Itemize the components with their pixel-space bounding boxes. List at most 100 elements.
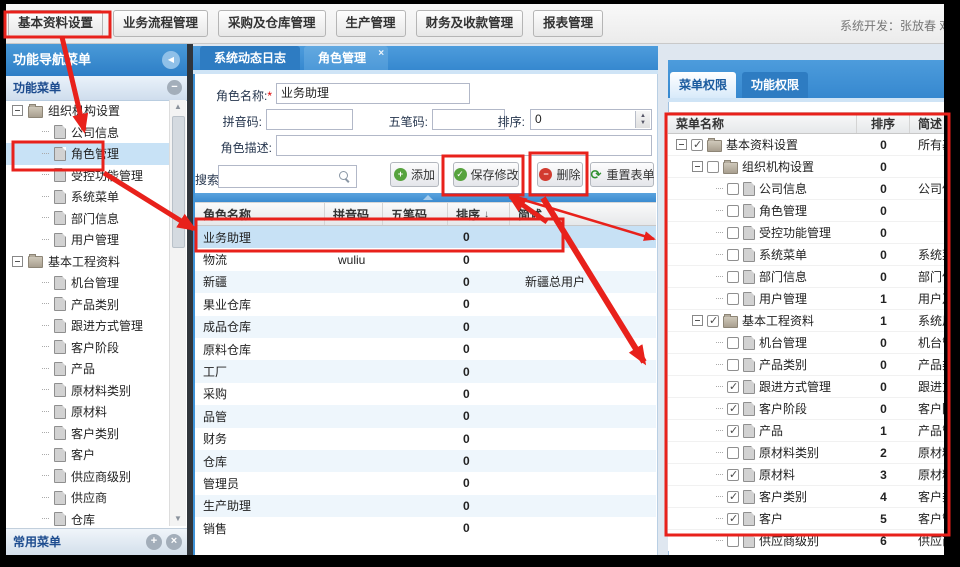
add-common-icon[interactable]: + [146,534,162,550]
sidebar-item[interactable]: 客户类别 [6,423,169,445]
scroll-up-icon[interactable]: ▲ [170,100,186,114]
sidebar-item[interactable]: 跟进方式管理 [6,315,169,337]
tab-role-management[interactable]: 角色管理 × [304,46,388,70]
checkbox[interactable] [727,337,739,349]
menu-item-5[interactable]: 报表管理 [533,10,603,37]
checkbox[interactable] [727,249,739,261]
perm-tree-row[interactable]: 机台管理0机台管 [668,332,944,354]
table-row[interactable]: 销售0 [195,517,656,539]
collapse-up-icon[interactable] [423,195,433,200]
perm-tree-row[interactable]: 产品类别0产品类 [668,354,944,376]
table-row[interactable]: 新疆0新疆总用户 [195,271,656,293]
column-header[interactable]: 简述 [510,203,656,225]
perm-tree-row[interactable]: 用户管理1用户及 [668,288,944,310]
table-row[interactable]: 仓库0 [195,450,656,472]
expand-icon[interactable] [692,161,703,172]
sidebar-item[interactable]: 机台管理 [6,272,169,294]
table-row[interactable]: 成品仓库0 [195,316,656,338]
collapse-section-icon[interactable]: − [167,80,182,95]
perm-tree-row[interactable]: 受控功能管理0 [668,222,944,244]
tab-system-log[interactable]: 系统动态日志 [200,46,300,70]
table-row[interactable]: 物流wuliu0 [195,248,656,270]
sidebar-item[interactable]: 基本工程资料 [6,251,169,273]
checkbox[interactable] [727,227,739,239]
menu-item-0[interactable]: 基本资料设置 [8,10,103,37]
checkbox[interactable] [727,403,739,415]
perm-tree-row[interactable]: 基本工程资料1系统用 [668,310,944,332]
sort-stepper[interactable]: 0 ▲▼ [530,109,652,130]
perm-tree-row[interactable]: 产品1产品管 [668,420,944,442]
perm-tree-row[interactable]: 供应商级别6供应商 [668,530,944,551]
sidebar-scrollbar[interactable]: ▲ ▼ [169,100,186,526]
close-tab-icon[interactable]: × [378,42,384,66]
perm-tree-row[interactable]: 基本资料设置0所有基 [668,134,944,156]
table-row[interactable]: 生产助理0 [195,495,656,517]
table-row[interactable]: 管理员0 [195,472,656,494]
collapse-sidebar-icon[interactable]: ◀ [162,51,180,69]
table-row[interactable]: 果业仓库0 [195,293,656,315]
menu-item-3[interactable]: 生产管理 [336,10,406,37]
column-header[interactable]: 拼音码 [325,203,383,225]
save-button[interactable]: ✓保存修改 [453,162,519,187]
sidebar-item[interactable]: 客户 [6,444,169,466]
perm-tree-row[interactable]: 公司信息0公司信 [668,178,944,200]
column-header[interactable]: 排序↓ [448,203,510,225]
column-header[interactable]: 排序 [857,113,910,133]
checkbox[interactable] [727,183,739,195]
checkbox[interactable] [691,139,703,151]
role-desc-field[interactable] [276,135,652,156]
sidebar-section-bar[interactable]: 功能菜单 − [6,76,188,101]
perm-tree-row[interactable]: 客户5客户管 [668,508,944,530]
checkbox[interactable] [727,535,739,547]
perm-tree-row[interactable]: 客户类别4客户类 [668,486,944,508]
checkbox[interactable] [727,271,739,283]
checkbox[interactable] [727,381,739,393]
sidebar-item[interactable]: 原材料类别 [6,380,169,402]
checkbox[interactable] [707,161,719,173]
checkbox[interactable] [727,293,739,305]
column-header[interactable]: 简述 [910,113,944,133]
search-icon[interactable] [339,171,348,180]
sidebar-item[interactable]: 客户阶段 [6,337,169,359]
table-row[interactable]: 原料仓库0 [195,338,656,360]
remove-common-icon[interactable]: × [166,534,182,550]
checkbox[interactable] [727,359,739,371]
pinyin-field[interactable] [266,109,353,130]
sidebar-item[interactable]: 用户管理 [6,229,169,251]
add-button[interactable]: +添加 [390,162,439,187]
table-row[interactable]: 采购0 [195,383,656,405]
table-row[interactable]: 业务助理0 [195,226,656,248]
expand-icon[interactable] [676,139,687,150]
table-row[interactable]: 品管0 [195,405,656,427]
perm-tree-row[interactable]: 原材料3原材料 [668,464,944,486]
checkbox[interactable] [727,447,739,459]
sidebar-item[interactable]: 仓库 [6,509,169,527]
expand-icon[interactable] [692,315,703,326]
sidebar-item[interactable]: 系统菜单 [6,186,169,208]
sidebar-bottom-bar[interactable]: 常用菜单 + × [6,528,188,555]
scrollbar-thumb[interactable] [172,116,185,248]
checkbox[interactable] [707,315,719,327]
delete-button[interactable]: −删除 [537,162,583,187]
sidebar-item[interactable]: 供应商级别 [6,466,169,488]
column-header[interactable]: 菜单名称 [668,113,857,133]
expand-icon[interactable] [12,105,23,116]
sidebar-item[interactable]: 受控功能管理 [6,165,169,187]
perm-tree-row[interactable]: 角色管理0 [668,200,944,222]
sidebar-item[interactable]: 公司信息 [6,122,169,144]
menu-item-2[interactable]: 采购及仓库管理 [218,10,326,37]
sidebar-item[interactable]: 供应商 [6,487,169,509]
sidebar-item[interactable]: 产品类别 [6,294,169,316]
checkbox[interactable] [727,491,739,503]
sidebar-item[interactable]: 原材料 [6,401,169,423]
checkbox[interactable] [727,425,739,437]
spinner-icons[interactable]: ▲▼ [635,111,650,128]
menu-item-4[interactable]: 财务及收款管理 [416,10,524,37]
checkbox[interactable] [727,469,739,481]
sidebar-item[interactable]: 产品 [6,358,169,380]
search-input[interactable] [218,165,357,188]
tab-function-permissions[interactable]: 功能权限 [742,72,808,98]
role-name-field[interactable]: 业务助理 [276,83,470,104]
perm-tree-row[interactable]: 客户阶段0客户阶 [668,398,944,420]
checkbox[interactable] [727,205,739,217]
